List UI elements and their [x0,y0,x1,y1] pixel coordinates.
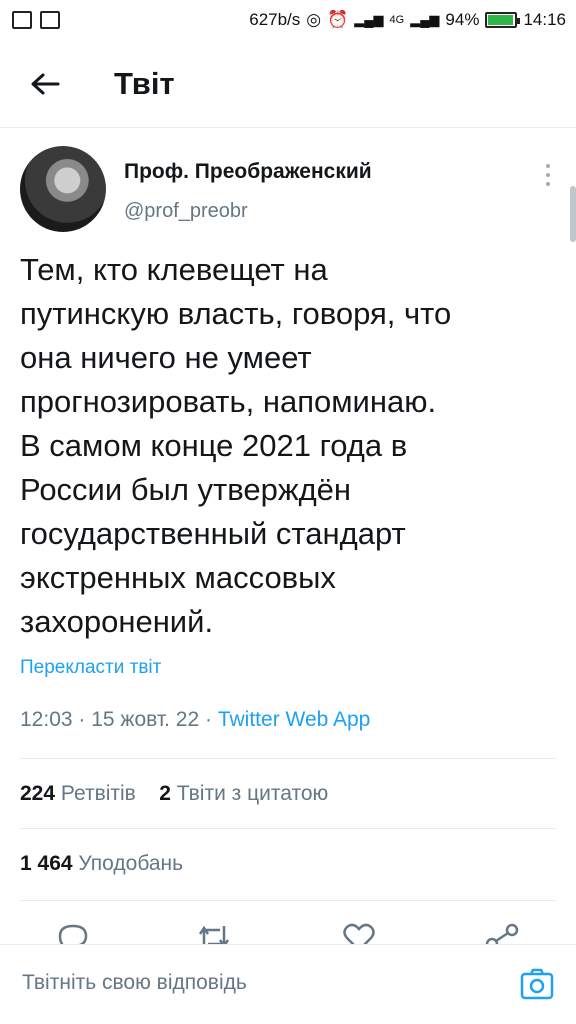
arrow-left-icon [31,73,60,94]
reply-input[interactable]: Твітніть свою відповідь [22,971,247,995]
author-name[interactable]: Проф. Преображенский [124,160,372,184]
divider [20,900,556,901]
tweet-date: 15 жовт. 22 [91,708,200,731]
battery-percent: 94% [445,10,480,29]
status-bar: 627b/s ◎ ⏰ ▂▄▆ 4G ▂▄▆ 94% 14:16 [0,0,576,40]
likes-count: 1 464 [20,852,73,875]
translate-tweet-link[interactable]: Перекласти твіт [20,657,161,679]
page-title: Твіт [114,65,175,101]
signal-4g-icon: ▂▄▆ [410,12,440,27]
divider [20,758,556,759]
status-bar-right: 627b/s ◎ ⏰ ▂▄▆ 4G ▂▄▆ 94% 14:16 [249,10,566,30]
reply-bar: Твітніть свою відповідь [0,944,576,1024]
signal-icon: ▂▄▆ [354,12,384,27]
tweet-source-link[interactable]: Twitter Web App [218,708,371,731]
quotes-link[interactable]: 2 Твіти з цитатою [159,782,328,805]
back-button[interactable] [0,40,90,128]
tweet-meta: 12:03 · 15 жовт. 22 · Twitter Web App [20,708,370,732]
retweets-link[interactable]: 224 Ретвітів [20,782,142,805]
more-options-button[interactable] [536,160,560,190]
scrollbar[interactable] [570,186,576,242]
battery-fill [488,15,513,25]
quotes-label: Твіти з цитатою [176,782,329,805]
tweet-author: Проф. Преображенский @prof_preobr [20,146,560,236]
meta-separator: · [78,708,92,731]
reply-icon[interactable] [56,922,90,944]
likes-label: Уподобань [78,852,184,875]
image-notification-icon [40,11,60,29]
tweet-text: Тем, кто клевещет на путинскую власть, г… [20,252,452,639]
status-bar-left [12,11,60,29]
more-dot-icon [546,173,550,177]
divider [20,828,556,829]
facebook-notification-icon [12,11,32,29]
meta-separator: · [205,708,218,731]
hotspot-icon: ◎ [306,10,322,29]
camera-icon[interactable] [520,967,554,1001]
tweet-time: 12:03 [20,708,73,731]
retweet-stats: 224 Ретвітів 2 Твіти з цитатою [20,782,328,806]
tweet-actions [0,914,576,944]
clock: 14:16 [523,10,566,29]
battery-icon [485,12,521,28]
network-type: 4G [389,14,405,26]
retweets-count: 224 [20,782,56,805]
alarm-icon: ⏰ [327,10,349,29]
network-speed: 627b/s [249,10,301,29]
share-icon[interactable] [484,922,520,944]
retweet-icon[interactable] [196,922,232,944]
like-icon[interactable] [342,922,376,944]
more-dot-icon [546,164,550,168]
likes-link[interactable]: 1 464 Уподобань [20,852,183,876]
more-dot-icon [546,182,550,186]
retweets-label: Ретвітів [60,782,136,805]
avatar[interactable] [20,146,106,232]
quotes-count: 2 [159,782,171,805]
app-bar: Твіт [0,40,576,128]
author-handle[interactable]: @prof_preobr [124,200,248,223]
